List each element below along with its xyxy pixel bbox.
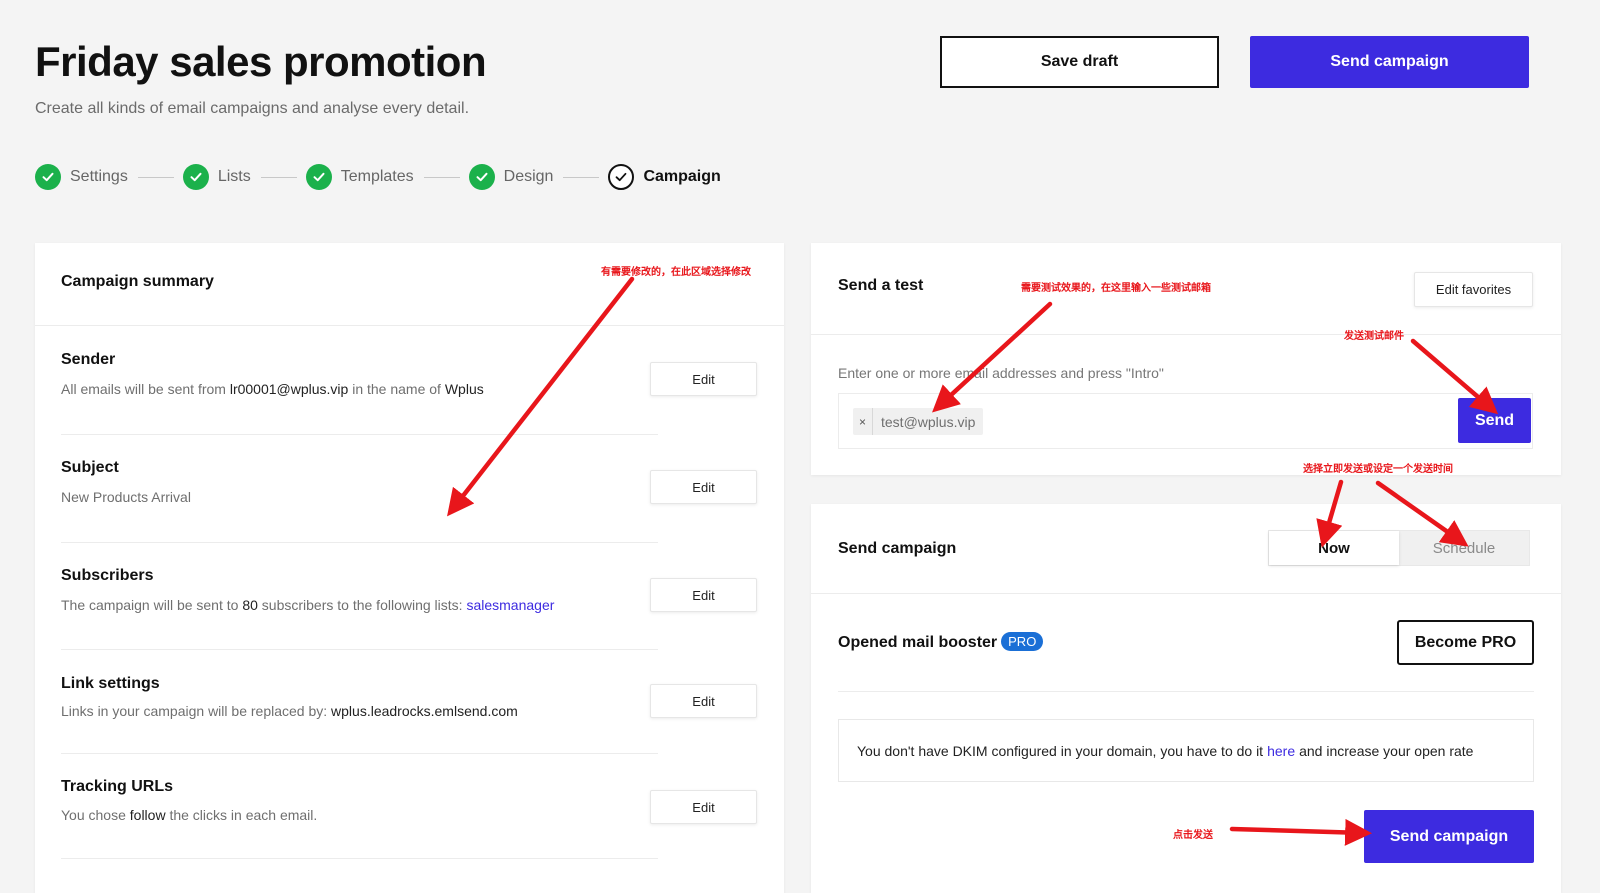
send-test-card: Send a test Edit favorites Enter one or … — [811, 243, 1561, 475]
step-label: Campaign — [643, 168, 721, 185]
link-domain: wplus.leadrocks.emlsend.com — [331, 703, 518, 719]
divider — [61, 858, 658, 859]
divider — [838, 691, 1534, 692]
progress-stepper: Settings Lists Templates Design Campaign — [35, 163, 721, 191]
edit-tracking-button[interactable]: Edit — [650, 790, 757, 824]
save-draft-button[interactable]: Save draft — [940, 36, 1219, 88]
annotation-send-test: 发送测试邮件 — [1344, 331, 1404, 342]
check-icon — [182, 164, 209, 190]
subject-value: New Products Arrival — [61, 489, 191, 505]
send-timing-toggle: Now Schedule — [1268, 530, 1530, 566]
sender-title: Sender — [61, 351, 116, 368]
edit-favorites-button[interactable]: Edit favorites — [1414, 272, 1533, 307]
sender-description: All emails will be sent from lr00001@wpl… — [61, 381, 484, 397]
subject-title: Subject — [61, 459, 119, 476]
tracking-mode: follow — [129, 807, 166, 823]
dkim-here-link[interactable]: here — [1267, 743, 1295, 759]
campaign-summary-title: Campaign summary — [61, 273, 214, 290]
test-email-hint: Enter one or more email addresses and pr… — [838, 365, 1164, 381]
test-email-input[interactable]: × test@wplus.vip Send — [838, 393, 1533, 449]
step-connector — [137, 176, 174, 178]
divider — [61, 753, 658, 754]
remove-tag-icon[interactable]: × — [853, 408, 873, 435]
edit-subscribers-button[interactable]: Edit — [650, 578, 757, 612]
link-settings-description: Links in your campaign will be replaced … — [61, 703, 518, 719]
step-campaign[interactable]: Campaign — [608, 164, 721, 190]
divider — [35, 325, 784, 326]
sender-name: Wplus — [444, 381, 484, 397]
divider — [61, 542, 658, 543]
page-title: Friday sales promotion — [35, 38, 487, 85]
step-connector — [563, 176, 600, 178]
link-settings-title: Link settings — [61, 675, 160, 692]
edit-subject-button[interactable]: Edit — [650, 470, 757, 504]
page-subtitle: Create all kinds of email campaigns and … — [35, 100, 470, 117]
tracking-urls-title: Tracking URLs — [61, 778, 174, 795]
annotation-now-or-schedule: 选择立即发送或设定一个发送时间 — [1303, 464, 1453, 475]
send-test-button[interactable]: Send — [1458, 398, 1531, 443]
annotation-test-email: 需要测试效果的，在这里输入一些测试邮箱 — [1021, 283, 1211, 294]
annotation-click-send: 点击发送 — [1173, 830, 1213, 841]
dkim-warning: You don't have DKIM configured in your d… — [838, 719, 1534, 782]
pro-badge: PRO — [1001, 632, 1044, 651]
step-lists[interactable]: Lists — [182, 164, 251, 190]
edit-sender-button[interactable]: Edit — [650, 362, 757, 396]
check-icon — [468, 164, 495, 190]
send-campaign-button[interactable]: Send campaign — [1364, 810, 1534, 863]
divider — [811, 334, 1561, 335]
email-tag: × test@wplus.vip — [853, 408, 984, 435]
step-label: Templates — [340, 168, 414, 185]
email-tag-text: test@wplus.vip — [881, 413, 976, 430]
now-option[interactable]: Now — [1269, 531, 1399, 565]
subscribers-description: The campaign will be sent to 80 subscrib… — [61, 597, 555, 613]
divider — [61, 434, 658, 435]
step-label: Settings — [70, 168, 128, 185]
step-label: Design — [503, 168, 554, 185]
step-connector — [423, 176, 460, 178]
step-connector — [260, 176, 297, 178]
step-label: Lists — [217, 168, 251, 185]
subscriber-count: 80 — [242, 597, 258, 613]
step-design[interactable]: Design — [468, 164, 554, 190]
campaign-summary-card: Campaign summary Sender All emails will … — [35, 243, 784, 893]
divider — [61, 649, 658, 650]
send-campaign-title: Send campaign — [838, 540, 957, 557]
annotation-edit-area: 有需要修改的，在此区域选择修改 — [601, 267, 751, 278]
list-link[interactable]: salesmanager — [466, 597, 554, 613]
check-icon — [305, 164, 332, 190]
step-templates[interactable]: Templates — [305, 164, 414, 190]
send-campaign-header-button[interactable]: Send campaign — [1250, 36, 1529, 88]
check-outline-icon — [608, 164, 635, 190]
check-icon — [35, 164, 61, 190]
sender-email: lr00001@wplus.vip — [229, 381, 349, 397]
become-pro-button[interactable]: Become PRO — [1397, 620, 1534, 665]
tracking-description: You chose follow the clicks in each emai… — [61, 807, 318, 823]
step-settings[interactable]: Settings — [35, 164, 128, 190]
divider — [811, 593, 1561, 594]
subscribers-title: Subscribers — [61, 567, 154, 584]
booster-label: Opened mail booster — [838, 634, 998, 651]
schedule-option[interactable]: Schedule — [1399, 531, 1529, 565]
opened-mail-booster: Opened mail booster PRO — [838, 632, 1044, 652]
send-test-title: Send a test — [838, 277, 924, 294]
edit-link-settings-button[interactable]: Edit — [650, 684, 757, 718]
